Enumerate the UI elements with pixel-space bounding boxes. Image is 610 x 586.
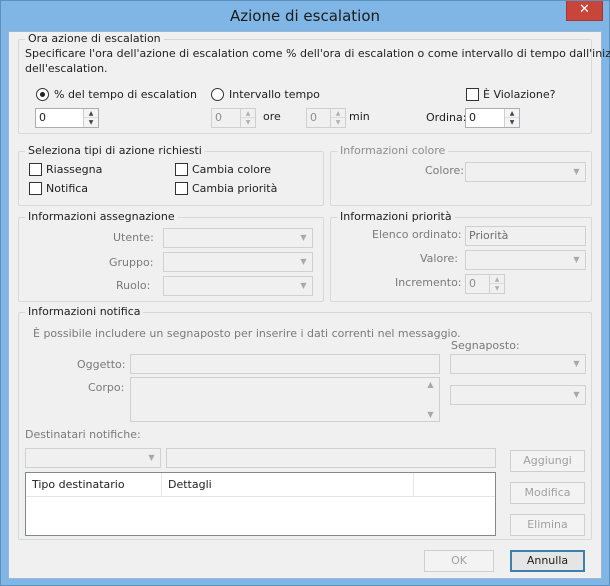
- recipients-list-header: Tipo destinatario Dettagli: [26, 473, 495, 497]
- chevron-down-icon[interactable]: ▼: [505, 118, 519, 127]
- violation-label: È Violazione?: [483, 88, 556, 101]
- value-label: Valore:: [420, 252, 458, 265]
- user-select[interactable]: ▼: [163, 228, 313, 248]
- column-header-details[interactable]: Dettagli: [162, 473, 414, 497]
- group-select[interactable]: ▼: [163, 252, 313, 272]
- percent-value: 0: [39, 111, 46, 124]
- escalation-time-description: Specificare l'ora dell'azione di escalat…: [25, 47, 610, 60]
- change-priority-label: Cambia priorità: [192, 182, 278, 195]
- chevron-down-icon: ▼: [573, 255, 580, 264]
- chevron-down-icon: ▼: [148, 453, 155, 462]
- priority-info-group-title: Informazioni priorità: [337, 210, 455, 223]
- notify-checkbox[interactable]: [29, 182, 42, 195]
- body-scrollbar[interactable]: ▲ ▼: [422, 378, 439, 421]
- percent-stepper[interactable]: 0 ▲ ▼: [35, 108, 99, 128]
- minutes-unit-label: min: [349, 110, 370, 123]
- column-header-recipient-type[interactable]: Tipo destinatario: [26, 473, 162, 497]
- value-select[interactable]: ▼: [465, 250, 586, 270]
- escalation-time-description-cont: dell'escalation.: [25, 62, 108, 75]
- chevron-up-icon[interactable]: ▲: [331, 109, 345, 118]
- recipient-details-field[interactable]: [166, 448, 496, 468]
- body-label: Corpo:: [88, 381, 125, 394]
- increment-value: 0: [469, 277, 476, 290]
- dialog-window: Azione di escalation ✕ Ora azione di esc…: [0, 0, 610, 586]
- close-button[interactable]: ✕: [566, 1, 603, 21]
- recipients-list[interactable]: Tipo destinatario Dettagli: [25, 472, 496, 536]
- chevron-down-icon[interactable]: ▼: [84, 118, 98, 127]
- body-textarea[interactable]: ▲ ▼: [130, 377, 440, 422]
- ordered-list-label: Elenco ordinato:: [372, 228, 462, 241]
- delete-recipient-button[interactable]: Elimina: [510, 514, 585, 536]
- recipient-type-select[interactable]: ▼: [25, 448, 161, 468]
- order-value: 0: [469, 111, 476, 124]
- ok-button[interactable]: OK: [424, 550, 494, 572]
- minutes-value: 0: [310, 111, 317, 124]
- reassign-label: Riassegna: [46, 163, 103, 176]
- placeholder-hint: È possibile includere un segnaposto per …: [33, 327, 461, 340]
- action-types-group-title: Seleziona tipi di azione richiesti: [25, 144, 205, 157]
- role-select[interactable]: ▼: [163, 276, 313, 296]
- chevron-down-icon: ▼: [573, 390, 580, 399]
- chevron-down-icon[interactable]: ▼: [331, 118, 345, 127]
- action-types-group: Seleziona tipi di azione richiesti: [18, 144, 324, 206]
- color-label: Colore:: [425, 164, 464, 177]
- body-placeholder-select[interactable]: ▼: [450, 385, 586, 405]
- subject-label: Oggetto:: [77, 358, 126, 371]
- chevron-up-icon[interactable]: ▲: [505, 109, 519, 118]
- recipients-label: Destinatari notifiche:: [25, 428, 141, 441]
- interval-radio-label[interactable]: Intervallo tempo: [229, 88, 320, 101]
- notification-info-group-title: Informazioni notifica: [25, 305, 144, 318]
- chevron-down-icon[interactable]: ▼: [241, 118, 255, 127]
- color-select[interactable]: ▼: [465, 162, 586, 182]
- add-recipient-button[interactable]: Aggiungi: [510, 450, 585, 472]
- increment-stepper[interactable]: 0 ▲ ▼: [465, 274, 505, 294]
- chevron-down-icon: ▼: [573, 359, 580, 368]
- subject-field[interactable]: [130, 354, 440, 374]
- violation-checkbox[interactable]: [466, 88, 479, 101]
- title-bar[interactable]: Azione di escalation ✕: [1, 1, 609, 31]
- change-priority-checkbox[interactable]: [175, 182, 188, 195]
- chevron-up-icon[interactable]: ▲: [490, 275, 504, 284]
- hours-unit-label: ore: [263, 110, 281, 123]
- scroll-down-icon[interactable]: ▼: [422, 410, 439, 419]
- percent-radio[interactable]: [36, 88, 49, 101]
- dialog-title: Azione di escalation: [229, 7, 380, 25]
- chevron-down-icon: ▼: [573, 167, 580, 176]
- change-color-checkbox[interactable]: [175, 163, 188, 176]
- chevron-down-icon: ▼: [300, 281, 307, 290]
- role-label: Ruolo:: [116, 279, 151, 292]
- chevron-up-icon[interactable]: ▲: [84, 109, 98, 118]
- user-label: Utente:: [113, 231, 154, 244]
- ordered-list-field[interactable]: Priorità: [465, 226, 586, 246]
- escalation-time-group-title: Ora azione di escalation: [25, 32, 164, 45]
- edit-recipient-button[interactable]: Modifica: [510, 482, 585, 504]
- order-stepper[interactable]: 0 ▲ ▼: [465, 108, 520, 128]
- chevron-down-icon: ▼: [300, 233, 307, 242]
- chevron-down-icon[interactable]: ▼: [490, 284, 504, 293]
- assignment-info-group-title: Informazioni assegnazione: [25, 210, 178, 223]
- reassign-checkbox[interactable]: [29, 163, 42, 176]
- cancel-button[interactable]: Annulla: [510, 550, 585, 572]
- group-label: Gruppo:: [109, 256, 154, 269]
- order-label: Ordina:: [426, 111, 467, 124]
- color-info-group-title: Informazioni colore: [337, 144, 449, 157]
- interval-radio[interactable]: [211, 88, 224, 101]
- percent-radio-label[interactable]: % del tempo di escalation: [54, 88, 197, 101]
- minutes-stepper[interactable]: 0 ▲ ▼: [306, 108, 346, 128]
- hours-value: 0: [215, 111, 222, 124]
- hours-stepper[interactable]: 0 ▲ ▼: [211, 108, 256, 128]
- chevron-down-icon: ▼: [300, 257, 307, 266]
- placeholder-label: Segnaposto:: [451, 339, 520, 352]
- notify-label: Notifica: [46, 182, 89, 195]
- chevron-up-icon[interactable]: ▲: [241, 109, 255, 118]
- placeholder-select[interactable]: ▼: [450, 354, 586, 374]
- increment-label: Incremento:: [395, 276, 462, 289]
- scroll-up-icon[interactable]: ▲: [422, 380, 439, 389]
- change-color-label: Cambia colore: [192, 163, 272, 176]
- dialog-client-area: Ora azione di escalation Specificare l'o…: [8, 31, 610, 579]
